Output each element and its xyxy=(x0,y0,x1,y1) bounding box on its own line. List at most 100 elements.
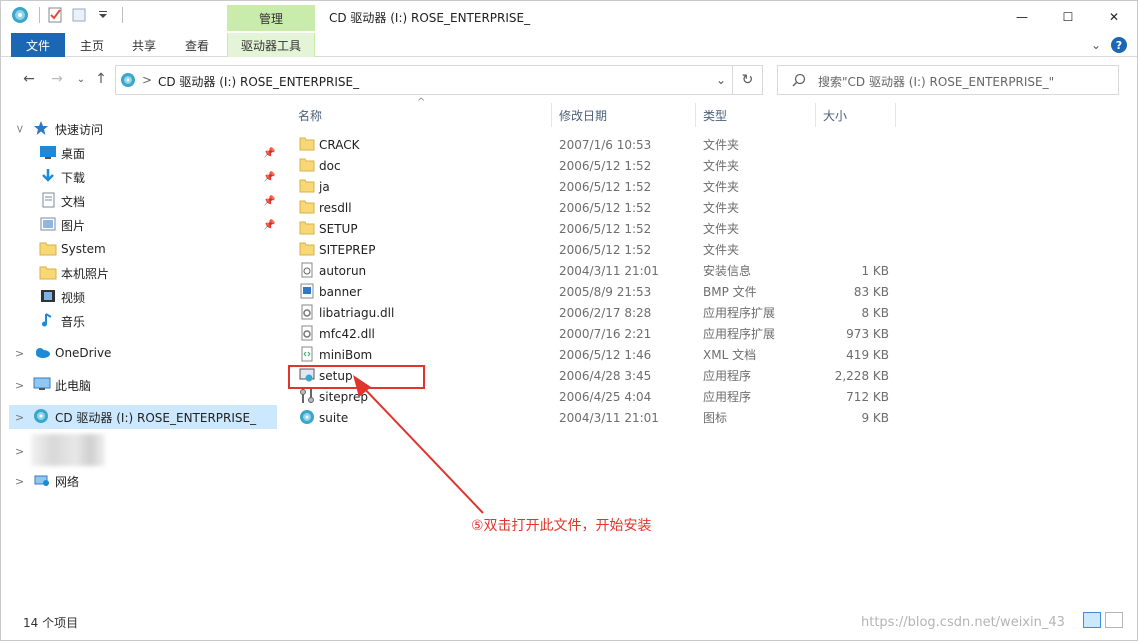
chevron-right-icon[interactable]: > xyxy=(15,379,25,392)
column-header-type[interactable]: 类型 xyxy=(703,103,727,127)
file-type: 文件夹 xyxy=(703,222,740,236)
file-date: 2006/4/28 3:45 xyxy=(559,368,652,383)
chevron-down-icon[interactable]: > xyxy=(14,124,27,134)
nav-item-photos[interactable]: 本机照片 xyxy=(39,261,279,285)
nav-item-videos[interactable]: 视频 xyxy=(39,285,279,309)
file-row[interactable]: doc 2006/5/12 1:52 文件夹 xyxy=(297,155,897,176)
nav-item-desktop[interactable]: 桌面 📌 xyxy=(39,141,279,165)
nav-onedrive[interactable]: > OneDrive xyxy=(15,341,279,365)
file-size: 973 KB xyxy=(846,326,889,341)
disc-icon[interactable] xyxy=(11,6,29,24)
recent-locations-button[interactable]: ⌄ xyxy=(71,69,91,89)
file-row[interactable]: autorun 2004/3/11 21:01 安装信息 1 KB xyxy=(297,260,897,281)
file-row[interactable]: CRACK 2007/1/6 10:53 文件夹 xyxy=(297,134,897,155)
file-date: 2006/5/12 1:46 xyxy=(559,347,652,362)
pin-icon[interactable]: 📌 xyxy=(263,172,275,183)
refresh-button[interactable]: ↻ xyxy=(733,65,763,95)
chevron-right-icon[interactable]: > xyxy=(15,347,25,360)
address-bar[interactable]: > CD 驱动器 (I:) ROSE_ENTERPRISE_ ⌄ xyxy=(115,65,733,95)
chevron-right-icon[interactable]: > xyxy=(15,475,25,488)
folder-icon xyxy=(39,264,57,282)
column-header-name[interactable]: 名称 xyxy=(298,103,322,127)
address-dropdown-icon[interactable]: ⌄ xyxy=(716,73,726,87)
nav-quick-access[interactable]: > 快速访问 xyxy=(14,117,279,141)
tab-home[interactable]: 主页 xyxy=(67,33,117,57)
disc-icon xyxy=(120,72,136,91)
customize-toolbar-icon[interactable] xyxy=(94,6,112,24)
up-button[interactable]: ↑ xyxy=(91,69,111,89)
nav-item-label: 桌面 xyxy=(61,146,86,161)
column-divider[interactable] xyxy=(815,103,816,127)
file-date: 2000/7/16 2:21 xyxy=(559,326,652,341)
properties-icon[interactable] xyxy=(46,6,64,24)
breadcrumb[interactable]: CD 驱动器 (I:) ROSE_ENTERPRISE_ xyxy=(158,73,359,90)
nav-network[interactable]: > 网络 xyxy=(15,469,279,493)
column-header-size[interactable]: 大小 xyxy=(823,103,847,127)
chevron-right-icon[interactable]: > xyxy=(15,411,25,424)
file-name: mfc42.dll xyxy=(319,326,375,341)
pin-icon[interactable]: 📌 xyxy=(263,148,275,159)
folder-icon xyxy=(299,241,315,257)
pin-icon[interactable]: 📌 xyxy=(263,220,275,231)
file-row[interactable]: SITEPREP 2006/5/12 1:52 文件夹 xyxy=(297,239,897,260)
file-row[interactable]: SETUP 2006/5/12 1:52 文件夹 xyxy=(297,218,897,239)
nav-item-pictures[interactable]: 图片 📌 xyxy=(39,213,279,237)
desktop-icon xyxy=(39,144,57,162)
file-row[interactable]: resdll 2006/5/12 1:52 文件夹 xyxy=(297,197,897,218)
file-row[interactable]: mfc42.dll 2000/7/16 2:21 应用程序扩展 973 KB xyxy=(297,323,897,344)
maximize-button[interactable]: ☐ xyxy=(1045,1,1091,33)
nav-item-documents[interactable]: 文档 📌 xyxy=(39,189,279,213)
nav-item-label: 文档 xyxy=(61,194,86,209)
file-date: 2006/4/25 4:04 xyxy=(559,389,652,404)
breadcrumb-separator[interactable]: > xyxy=(142,73,152,87)
tab-drive-tools[interactable]: 驱动器工具 xyxy=(227,33,315,57)
file-row[interactable]: miniBom 2006/5/12 1:46 XML 文档 419 KB xyxy=(297,344,897,365)
documents-icon xyxy=(39,192,57,210)
file-row[interactable]: libatriagu.dll 2006/2/17 8:28 应用程序扩展 8 KB xyxy=(297,302,897,323)
explorer-window: 管理 CD 驱动器 (I:) ROSE_ENTERPRISE_ — ☐ ✕ 文件… xyxy=(0,0,1138,641)
tab-view[interactable]: 查看 xyxy=(171,33,223,57)
sort-ascending-icon: ^ xyxy=(417,97,426,108)
bitmap-icon xyxy=(299,283,315,299)
file-date: 2006/5/12 1:52 xyxy=(559,221,652,236)
column-divider[interactable] xyxy=(895,103,896,127)
network-icon xyxy=(33,472,51,490)
file-row[interactable]: banner 2005/8/9 21:53 BMP 文件 83 KB xyxy=(297,281,897,302)
column-divider[interactable] xyxy=(695,103,696,127)
expand-ribbon-icon[interactable]: ⌄ xyxy=(1091,38,1101,52)
nav-cd-drive[interactable]: > CD 驱动器 (I:) ROSE_ENTERPRISE_ xyxy=(9,405,277,429)
blurred-redaction xyxy=(31,434,105,466)
nav-item-music[interactable]: 音乐 xyxy=(39,309,279,333)
tab-share[interactable]: 共享 xyxy=(119,33,169,57)
nav-item-label: 下载 xyxy=(61,170,86,185)
column-header-date[interactable]: 修改日期 xyxy=(559,103,607,127)
file-type: 应用程序扩展 xyxy=(703,306,776,320)
forward-button[interactable]: → xyxy=(47,69,67,89)
file-name: doc xyxy=(319,158,341,173)
dll-icon xyxy=(299,325,315,341)
nav-this-pc[interactable]: > 此电脑 xyxy=(15,373,279,397)
search-input[interactable]: 搜索"CD 驱动器 (I:) ROSE_ENTERPRISE_" xyxy=(777,65,1119,95)
annotation-arrow xyxy=(353,375,484,514)
nav-onedrive-label: OneDrive xyxy=(55,346,112,360)
details-view-icon[interactable] xyxy=(1083,612,1101,628)
disc-icon xyxy=(299,409,315,425)
tab-file[interactable]: 文件 xyxy=(11,33,65,57)
nav-item-downloads[interactable]: 下载 📌 xyxy=(39,165,279,189)
large-icons-view-icon[interactable] xyxy=(1105,612,1123,628)
folder-icon xyxy=(299,199,315,215)
back-button[interactable]: ← xyxy=(19,69,39,89)
pin-icon[interactable]: 📌 xyxy=(263,196,275,207)
title-bar: 管理 CD 驱动器 (I:) ROSE_ENTERPRISE_ — ☐ ✕ xyxy=(1,1,1137,33)
help-icon[interactable]: ? xyxy=(1111,37,1127,53)
file-size: 1 KB xyxy=(861,263,889,278)
column-divider[interactable] xyxy=(551,103,552,127)
file-row[interactable]: ja 2006/5/12 1:52 文件夹 xyxy=(297,176,897,197)
nav-item-system[interactable]: System xyxy=(39,237,279,261)
minimize-button[interactable]: — xyxy=(999,1,1045,33)
close-button[interactable]: ✕ xyxy=(1091,1,1137,33)
chevron-right-icon[interactable]: > xyxy=(15,445,25,458)
tools-icon xyxy=(299,388,315,404)
new-folder-icon[interactable] xyxy=(70,6,88,24)
file-type: 应用程序扩展 xyxy=(703,327,776,341)
